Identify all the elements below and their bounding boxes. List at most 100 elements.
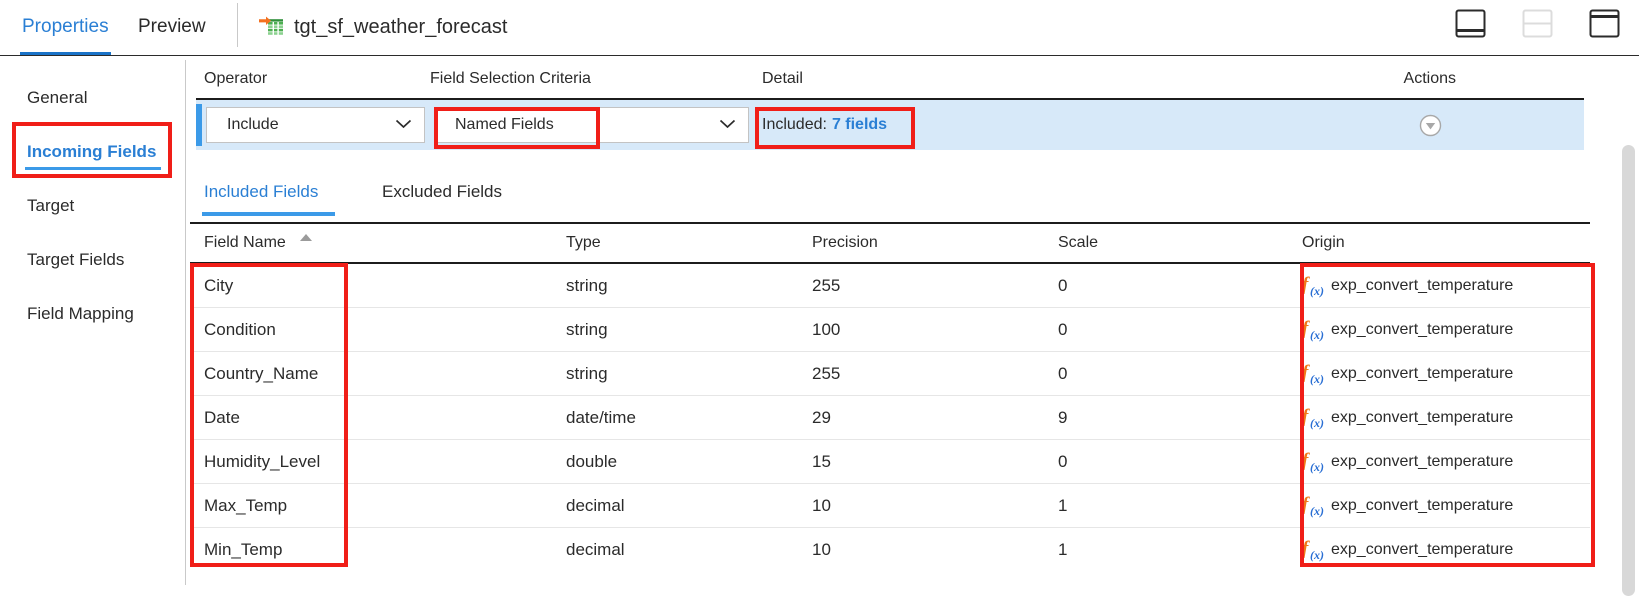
sort-ascending-icon[interactable] bbox=[300, 234, 312, 241]
cell-type: string bbox=[566, 364, 608, 383]
cell-field-name: Condition bbox=[204, 320, 276, 339]
column-header-precision[interactable]: Precision bbox=[812, 234, 878, 252]
cell-precision: 255 bbox=[812, 276, 841, 295]
expression-fx-icon: f (x) bbox=[1302, 538, 1324, 562]
application-root: Properties Preview tgt_sf_weather_foreca… bbox=[0, 0, 1639, 596]
included-fields-table: Field Name Type Precision Scale Origin C… bbox=[190, 222, 1590, 572]
cell-field-name: Date bbox=[204, 408, 240, 427]
chevron-down-circle-icon[interactable] bbox=[1419, 114, 1442, 137]
cell-origin: f (x) exp_convert_temperature bbox=[1302, 264, 1513, 308]
table-row[interactable]: City string 255 0 f (x) exp_convert_tempe… bbox=[190, 264, 1590, 308]
cell-scale: 9 bbox=[1058, 408, 1068, 427]
table-row[interactable]: Humidity_Level double 15 0 f (x) exp_conv… bbox=[190, 440, 1590, 484]
expression-fx-icon: f (x) bbox=[1302, 362, 1324, 386]
cell-scale: 0 bbox=[1058, 320, 1068, 339]
criteria-row[interactable]: Include Named Fields Included: 7 fields bbox=[196, 100, 1584, 150]
sidebar-item-target-fields[interactable]: Target Fields bbox=[27, 250, 124, 270]
table-row[interactable]: Max_Temp decimal 10 1 f (x) exp_convert_t… bbox=[190, 484, 1590, 528]
cell-origin: f (x) exp_convert_temperature bbox=[1302, 396, 1513, 440]
table-row[interactable]: Min_Temp decimal 10 1 f (x) exp_convert_t… bbox=[190, 528, 1590, 572]
sidebar-item-field-mapping[interactable]: Field Mapping bbox=[27, 304, 134, 324]
origin-label: exp_convert_temperature bbox=[1331, 321, 1514, 338]
expression-fx-icon: f (x) bbox=[1302, 494, 1324, 518]
cell-field-name: Max_Temp bbox=[204, 496, 288, 515]
cell-scale: 0 bbox=[1058, 364, 1068, 383]
operator-dropdown[interactable]: Include bbox=[206, 107, 425, 143]
cell-origin: f (x) exp_convert_temperature bbox=[1302, 528, 1513, 572]
cell-scale: 0 bbox=[1058, 276, 1068, 295]
origin-label: exp_convert_temperature bbox=[1331, 541, 1514, 558]
content-vertical-scrollbar[interactable] bbox=[1622, 145, 1635, 596]
table-row[interactable]: Country_Name string 255 0 f (x) exp_conve… bbox=[190, 352, 1590, 396]
cell-type: date/time bbox=[566, 408, 636, 427]
cell-precision: 100 bbox=[812, 320, 841, 339]
table-row[interactable]: Date date/time 29 9 f (x) exp_convert_tem… bbox=[190, 396, 1590, 440]
chevron-down-icon bbox=[719, 116, 736, 134]
cell-type: decimal bbox=[566, 540, 625, 559]
tab-properties[interactable]: Properties bbox=[22, 0, 109, 54]
chevron-down-icon bbox=[395, 116, 412, 134]
row-selected-marker bbox=[196, 104, 202, 146]
cell-precision: 10 bbox=[812, 540, 831, 559]
sidebar-item-general[interactable]: General bbox=[27, 88, 87, 108]
cell-origin: f (x) exp_convert_temperature bbox=[1302, 308, 1513, 352]
detail-cell: Included: 7 fields bbox=[762, 107, 887, 143]
cell-type: string bbox=[566, 276, 608, 295]
cell-origin: f (x) exp_convert_temperature bbox=[1302, 352, 1513, 396]
cell-type: decimal bbox=[566, 496, 625, 515]
column-header-operator: Operator bbox=[204, 70, 268, 87]
sidebar-divider bbox=[185, 60, 186, 585]
sidebar-item-target[interactable]: Target bbox=[27, 196, 74, 216]
column-header-type[interactable]: Type bbox=[566, 234, 601, 252]
expression-fx-icon: f (x) bbox=[1302, 318, 1324, 342]
table-row[interactable]: Condition string 100 0 f (x) exp_convert_… bbox=[190, 308, 1590, 352]
column-header-origin[interactable]: Origin bbox=[1302, 234, 1345, 252]
table-header-row: Field Name Type Precision Scale Origin bbox=[190, 222, 1590, 264]
cell-scale: 0 bbox=[1058, 452, 1068, 471]
cell-field-name: City bbox=[204, 276, 234, 295]
field-selection-criteria-dropdown[interactable]: Named Fields bbox=[434, 107, 749, 143]
cell-origin: f (x) exp_convert_temperature bbox=[1302, 484, 1513, 528]
column-header-detail: Detail bbox=[762, 70, 803, 87]
sidebar-active-underline bbox=[25, 167, 161, 170]
cell-scale: 1 bbox=[1058, 496, 1068, 515]
criteria-header-row: Operator Field Selection Criteria Detail… bbox=[196, 64, 1584, 100]
tab-excluded-fields[interactable]: Excluded Fields bbox=[382, 182, 502, 202]
topbar-separator bbox=[0, 55, 1639, 56]
expression-fx-icon: f (x) bbox=[1302, 274, 1324, 298]
fields-subtab-bar: Included Fields Excluded Fields bbox=[196, 182, 1584, 220]
criteria-dropdown-value: Named Fields bbox=[455, 116, 554, 133]
document-title-group: tgt_sf_weather_forecast bbox=[258, 0, 507, 54]
cell-precision: 255 bbox=[812, 364, 841, 383]
origin-label: exp_convert_temperature bbox=[1331, 453, 1514, 470]
toolbar-divider bbox=[237, 3, 238, 47]
column-header-field-name[interactable]: Field Name bbox=[204, 234, 286, 252]
top-tab-bar: Properties Preview tgt_sf_weather_foreca… bbox=[0, 0, 1639, 56]
cell-precision: 29 bbox=[812, 408, 831, 427]
cell-origin: f (x) exp_convert_temperature bbox=[1302, 440, 1513, 484]
settings-sidebar: General Incoming Fields Target Target Fi… bbox=[0, 56, 185, 596]
cell-precision: 10 bbox=[812, 496, 831, 515]
panel-top-icon[interactable] bbox=[1586, 7, 1623, 40]
expression-fx-icon: f (x) bbox=[1302, 406, 1324, 430]
tab-included-fields[interactable]: Included Fields bbox=[204, 182, 318, 202]
layout-toggle-group bbox=[1452, 7, 1623, 40]
cell-field-name: Min_Temp bbox=[204, 540, 283, 559]
sidebar-item-incoming-fields[interactable]: Incoming Fields bbox=[27, 142, 156, 162]
panel-split-icon[interactable] bbox=[1519, 7, 1556, 40]
column-header-field-selection-criteria: Field Selection Criteria bbox=[430, 70, 591, 87]
column-header-actions: Actions bbox=[1403, 70, 1456, 87]
document-title: tgt_sf_weather_forecast bbox=[294, 15, 508, 38]
origin-label: exp_convert_temperature bbox=[1331, 409, 1514, 426]
detail-fields-link[interactable]: 7 fields bbox=[832, 116, 887, 134]
tab-preview[interactable]: Preview bbox=[138, 0, 206, 54]
column-header-scale[interactable]: Scale bbox=[1058, 234, 1098, 252]
detail-prefix-label: Included: bbox=[762, 116, 827, 133]
subtab-active-underline bbox=[202, 212, 335, 216]
target-table-icon bbox=[258, 16, 284, 38]
cell-field-name: Country_Name bbox=[204, 364, 319, 383]
field-selection-criteria-grid: Operator Field Selection Criteria Detail… bbox=[196, 64, 1584, 150]
cell-precision: 15 bbox=[812, 452, 831, 471]
panel-bottom-icon[interactable] bbox=[1452, 7, 1489, 40]
origin-label: exp_convert_temperature bbox=[1331, 277, 1514, 294]
